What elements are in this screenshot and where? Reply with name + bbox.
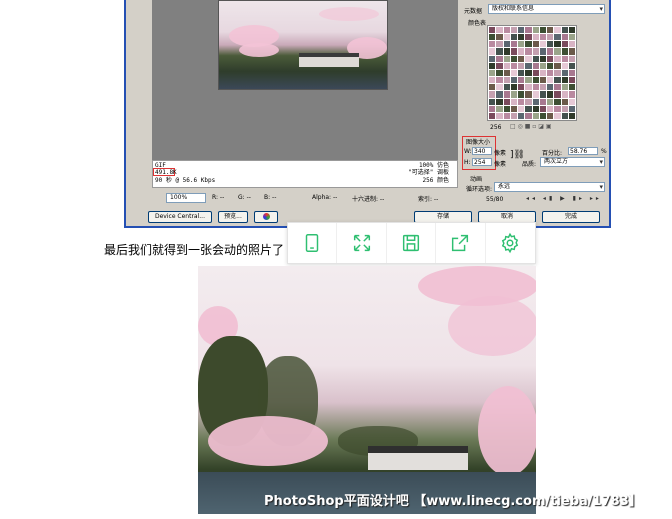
floating-toolbar (287, 222, 536, 264)
preview-image (218, 0, 388, 90)
expand-button[interactable] (337, 223, 387, 263)
tablet-button[interactable] (288, 223, 338, 263)
index-readout: 索引: -- (418, 196, 439, 203)
settings-button[interactable] (486, 223, 535, 263)
color-count: 256 (490, 124, 502, 131)
save-toolbar-button[interactable] (387, 223, 437, 263)
image-size-label: 图像大小 (466, 139, 491, 146)
preview-button[interactable]: 预览... (218, 211, 248, 223)
percent-label: 百分比: (542, 150, 563, 157)
settings-panel: 元数据 版权和联系信息 颜色表 256 □ ◎ ■ ▫ ◪ ▣ 图像大小 W: … (462, 0, 609, 206)
metadata-select[interactable]: 版权和联系信息 (488, 4, 605, 14)
animation-label: 动画 (470, 176, 483, 183)
alpha-readout: Alpha: -- (312, 194, 338, 201)
hex-readout: 十六进制: -- (352, 196, 385, 203)
percent-unit: % (601, 148, 607, 155)
done-button[interactable]: 完成 (542, 211, 600, 223)
color-table-label: 颜色表 (468, 20, 487, 27)
height-input[interactable]: 254 (472, 158, 492, 166)
quality-select[interactable]: 两次立方 (540, 157, 605, 167)
save-for-web-dialog: GIF 491.8K 90 秒 @ 56.6 Kbps 100% 仿色 "可选择… (124, 0, 611, 228)
zoom-select[interactable]: 100% (166, 193, 206, 203)
frame-counter: 55/80 (486, 196, 504, 203)
file-size-text: 491.8K (155, 169, 177, 176)
height-unit: 像素 (494, 161, 507, 168)
palette-text: "可选择" 调板 (408, 169, 449, 176)
save-icon (402, 234, 420, 252)
loop-label: 循环选项: (466, 186, 493, 193)
quality-label: 品质: (522, 161, 537, 168)
device-central-button[interactable]: Device Central... (148, 211, 212, 223)
color-table[interactable] (487, 25, 577, 121)
height-label: H: (464, 159, 471, 166)
watermark-text: PhotoShop平面设计吧 【www.linecg.com/tieba/178… (264, 494, 642, 509)
share-icon (452, 234, 469, 252)
width-label: W: (464, 148, 472, 155)
red-readout: R: -- (212, 194, 225, 201)
share-button[interactable] (436, 223, 486, 263)
metadata-label: 元数据 (464, 8, 483, 15)
download-time-text: 90 秒 @ 56.6 Kbps (155, 177, 216, 184)
animation-controls[interactable]: ◂◂ ◂▮ ▶ ▮▸ ▸▸ (526, 195, 602, 202)
percent-input[interactable]: 58.76 (568, 147, 598, 155)
green-readout: G: -- (238, 194, 251, 201)
color-table-tools[interactable]: □ ◎ ■ ▫ ◪ ▣ (510, 123, 552, 130)
result-photo (198, 266, 536, 514)
preview-area (152, 0, 458, 160)
width-input[interactable]: 340 (472, 147, 492, 155)
width-unit: 像素 (494, 150, 507, 157)
gear-icon (502, 232, 519, 254)
status-bar: 100% R: -- G: -- B: -- Alpha: -- 十六进制: -… (152, 192, 458, 204)
blue-readout: B: -- (264, 194, 277, 201)
browser-select-button[interactable] (254, 211, 278, 223)
optimization-info: GIF 491.8K 90 秒 @ 56.6 Kbps 100% 仿色 "可选择… (152, 160, 458, 188)
expand-icon (353, 234, 370, 252)
colors-text: 256 颜色 (422, 177, 449, 184)
browser-icon (262, 213, 270, 220)
loop-select[interactable]: 永远 (494, 182, 605, 192)
tablet-icon (305, 234, 319, 252)
article-caption: 最后我们就得到一张会动的照片了 (104, 243, 285, 257)
dither-text: 100% 仿色 (418, 162, 449, 169)
